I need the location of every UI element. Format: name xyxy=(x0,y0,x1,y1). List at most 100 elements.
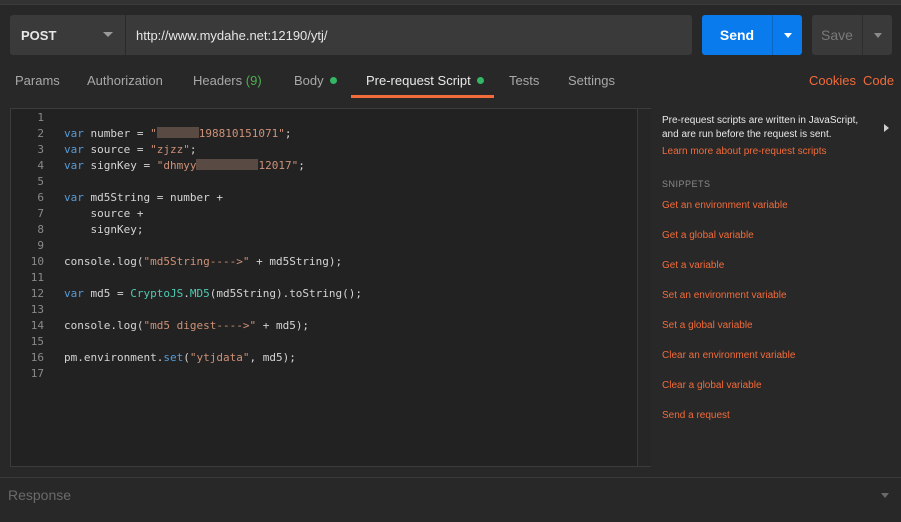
method-select[interactable]: POST xyxy=(10,15,125,55)
string-literal: "md5String---->" xyxy=(143,255,250,268)
code-text: (md5String).toString(); xyxy=(209,287,363,300)
save-options-button[interactable] xyxy=(862,15,893,55)
line-number: 17 xyxy=(30,367,44,380)
snippet-get-variable[interactable]: Get a variable xyxy=(662,260,724,271)
line-number: 1 xyxy=(37,111,44,124)
snippet-get-global-variable[interactable]: Get a global variable xyxy=(662,230,754,241)
code-line: 16 pm.environment.set("ytjdata", md5); xyxy=(10,350,296,366)
code-text: ; xyxy=(189,143,197,156)
code-text: . xyxy=(183,287,190,300)
tab-label: Headers xyxy=(193,73,243,88)
cookies-link[interactable]: Cookies xyxy=(809,73,856,88)
code-line: 11 xyxy=(10,270,44,286)
line-number: 11 xyxy=(30,271,44,284)
code-line: 13 xyxy=(10,302,44,318)
code-line: 12 var md5 = CryptoJS.MD5(md5String).toSt… xyxy=(10,286,362,302)
chevron-down-icon[interactable] xyxy=(881,493,889,498)
code-line: 3 var source = "zjzz"; xyxy=(10,142,196,158)
code-line: 2 var number = " 198810151071"; xyxy=(10,126,291,142)
response-label: Response xyxy=(8,487,72,503)
code-text: signKey; xyxy=(64,223,144,236)
tab-pre-request-script[interactable]: Pre-request Script xyxy=(366,73,484,91)
line-number: 10 xyxy=(30,255,44,268)
redacted-block xyxy=(196,159,259,170)
collapse-panel-icon[interactable] xyxy=(884,124,889,132)
code-text: pm.environment. xyxy=(64,351,164,364)
library-name: MD5 xyxy=(189,287,210,300)
keyword: var xyxy=(64,159,84,172)
info-text: and are run before the request is sent. xyxy=(662,129,832,140)
string-literal: "md5 digest---->" xyxy=(143,319,257,332)
tab-label: Authorization xyxy=(87,73,163,88)
tab-headers[interactable]: Headers (9) xyxy=(193,73,262,91)
send-button-label: Send xyxy=(719,27,755,43)
code-line: 14 console.log("md5 digest---->" + md5); xyxy=(10,318,309,334)
code-text: ( xyxy=(183,351,190,364)
code-link[interactable]: Code xyxy=(863,73,894,88)
editor-scrollbar[interactable] xyxy=(637,109,651,466)
method-name: set xyxy=(163,351,184,364)
tab-body[interactable]: Body xyxy=(294,73,337,91)
code-line: 9 xyxy=(10,238,44,254)
line-number: 3 xyxy=(37,143,44,156)
line-number: 16 xyxy=(30,351,44,364)
tab-label: Body xyxy=(294,73,324,88)
snippet-set-global-variable[interactable]: Set a global variable xyxy=(662,320,753,331)
code-text: , md5); xyxy=(249,351,296,364)
snippet-send-request[interactable]: Send a request xyxy=(662,410,730,421)
snippet-set-environment-variable[interactable]: Set an environment variable xyxy=(662,290,787,301)
string-literal: 12017" xyxy=(258,159,299,172)
active-tab-indicator xyxy=(351,95,494,98)
line-number: 6 xyxy=(37,191,44,204)
keyword: var xyxy=(64,191,84,204)
keyword: var xyxy=(64,143,84,156)
snippet-clear-environment-variable[interactable]: Clear an environment variable xyxy=(662,350,795,361)
tab-params[interactable]: Params xyxy=(15,73,60,91)
string-literal: "dhmyy xyxy=(156,159,197,172)
code-text: + md5String); xyxy=(249,255,343,268)
line-number: 15 xyxy=(30,335,44,348)
save-button[interactable]: Save xyxy=(812,15,892,55)
string-literal: "zjzz" xyxy=(150,143,190,156)
status-dot-icon xyxy=(329,77,337,84)
info-text: Pre-request scripts are written in JavaS… xyxy=(662,115,859,126)
method-label: POST xyxy=(21,27,57,43)
string-literal: " xyxy=(150,127,157,140)
line-number: 2 xyxy=(37,127,44,140)
string-literal: "ytjdata" xyxy=(189,351,250,364)
code-text: console.log( xyxy=(64,255,144,268)
learn-more-link[interactable]: Learn more about pre-request scripts xyxy=(662,146,827,157)
snippet-get-environment-variable[interactable]: Get an environment variable xyxy=(662,200,788,211)
tab-settings[interactable]: Settings xyxy=(568,73,615,91)
code-line: 17 xyxy=(10,366,44,382)
code-text: ; xyxy=(284,127,292,140)
response-pane[interactable]: Response xyxy=(0,477,901,522)
send-button[interactable]: Send xyxy=(702,15,802,55)
code-line: 8 signKey; xyxy=(10,222,143,238)
tab-label: Params xyxy=(15,73,60,88)
url-input[interactable]: http://www.mydahe.net:12190/ytj/ xyxy=(125,15,692,55)
line-number: 7 xyxy=(37,207,44,220)
string-literal: 198810151071" xyxy=(198,127,285,140)
code-text: md5 = xyxy=(83,287,131,300)
tab-tests[interactable]: Tests xyxy=(509,73,539,91)
caret-down-icon xyxy=(784,33,792,38)
send-options-button[interactable] xyxy=(772,15,803,55)
line-number: 8 xyxy=(37,223,44,236)
code-line: 1 xyxy=(10,110,44,126)
code-text: console.log( xyxy=(64,319,144,332)
code-text: source = xyxy=(83,143,151,156)
caret-down-icon xyxy=(874,33,882,38)
window-top-border xyxy=(0,0,901,5)
save-button-label: Save xyxy=(821,27,853,43)
tab-authorization[interactable]: Authorization xyxy=(87,73,163,91)
line-number: 4 xyxy=(37,159,44,172)
status-dot-icon xyxy=(476,77,484,84)
code-text: + md5); xyxy=(256,319,310,332)
snippet-clear-global-variable[interactable]: Clear a global variable xyxy=(662,380,762,391)
code-line: 15 xyxy=(10,334,44,350)
code-text: number = xyxy=(83,127,151,140)
tab-label: Tests xyxy=(509,73,540,88)
redacted-block xyxy=(156,127,199,138)
line-number: 12 xyxy=(30,287,44,300)
